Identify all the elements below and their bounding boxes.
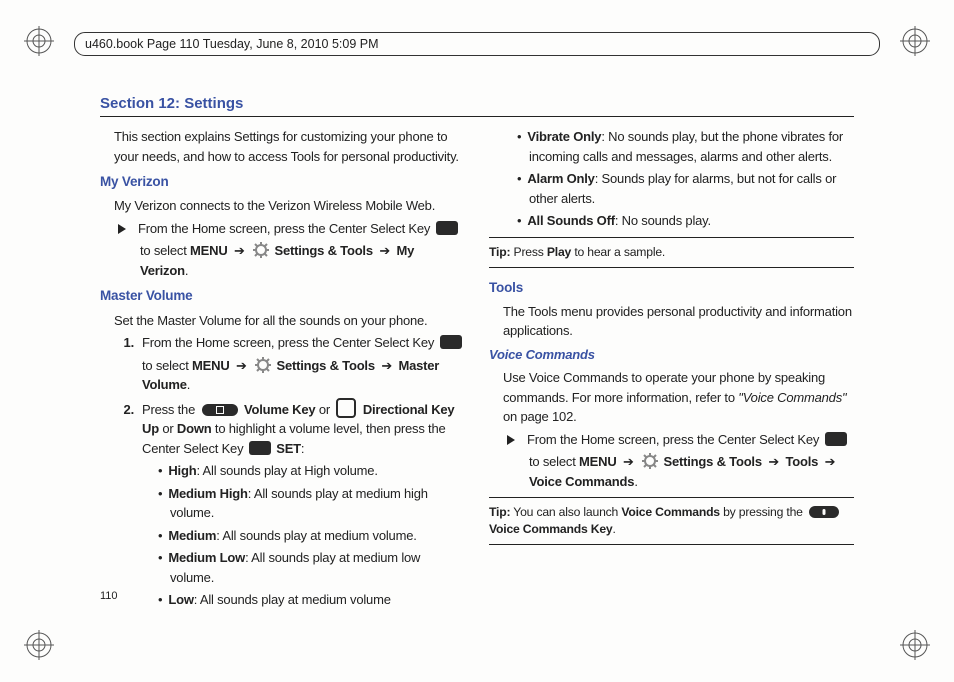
crop-mark-icon — [24, 630, 54, 660]
page-header-text: u460.book Page 110 Tuesday, June 8, 2010… — [85, 37, 379, 51]
voice-commands-key-icon — [809, 506, 839, 518]
level-medium: Medium: All sounds play at medium volume… — [170, 526, 465, 546]
crop-mark-icon — [900, 26, 930, 56]
my-verizon-step: From the Home screen, press the Center S… — [140, 219, 465, 239]
arrow-icon: ➔ — [379, 243, 390, 258]
master-volume-body: Set the Master Volume for all the sounds… — [114, 311, 465, 331]
volume-levels-list-cont: Vibrate Only: No sounds play, but the ph… — [517, 127, 854, 231]
step-1-line2: to select MENU ➔ Settings & Tools ➔ Mast… — [142, 356, 465, 395]
center-select-key-icon — [825, 432, 847, 446]
level-all-sounds-off: All Sounds Off: No sounds play. — [529, 211, 854, 231]
left-column: This section explains Settings for custo… — [100, 127, 465, 613]
divider — [100, 116, 854, 117]
voice-commands-step-line2: to select MENU ➔ Settings & Tools ➔ Tool… — [529, 452, 854, 491]
gear-icon — [642, 453, 658, 469]
gear-icon — [255, 357, 271, 373]
heading-master-volume: Master Volume — [100, 286, 465, 306]
my-verizon-step-line2: to select MENU ➔ Settings & Tools ➔ My V… — [140, 241, 465, 280]
level-alarm-only: Alarm Only: Sounds play for alarms, but … — [529, 169, 854, 208]
section-title: Section 12: Settings — [100, 95, 854, 112]
page-header-bar: u460.book Page 110 Tuesday, June 8, 2010… — [74, 32, 880, 56]
level-high: High: All sounds play at High volume. — [170, 461, 465, 481]
intro-text: This section explains Settings for custo… — [114, 127, 465, 166]
triangle-bullet-icon — [118, 224, 126, 234]
level-vibrate-only: Vibrate Only: No sounds play, but the ph… — [529, 127, 854, 166]
tip-play-sample: Tip: Press Play to hear a sample. — [489, 237, 854, 268]
heading-tools: Tools — [489, 278, 854, 298]
arrow-icon: ➔ — [236, 358, 247, 373]
level-medium-high: Medium High: All sounds play at medium h… — [170, 484, 465, 523]
tools-body: The Tools menu provides personal product… — [503, 302, 854, 341]
arrow-icon: ➔ — [381, 358, 392, 373]
volume-levels-list: High: All sounds play at High volume. Me… — [158, 461, 465, 610]
arrow-icon: ➔ — [623, 454, 634, 469]
center-select-key-icon — [436, 221, 458, 235]
step-1: 1.From the Home screen, press the Center… — [142, 333, 465, 353]
my-verizon-body: My Verizon connects to the Verizon Wirel… — [114, 196, 465, 216]
center-select-key-icon — [249, 441, 271, 455]
page-content: Section 12: Settings This section explai… — [100, 95, 854, 602]
crop-mark-icon — [900, 630, 930, 660]
gear-icon — [253, 242, 269, 258]
voice-commands-step: From the Home screen, press the Center S… — [529, 430, 854, 450]
center-select-key-icon — [440, 335, 462, 349]
volume-key-icon — [202, 404, 238, 416]
tip-voice-commands-key: Tip: You can also launch Voice Commands … — [489, 497, 854, 545]
directional-key-icon — [336, 398, 356, 418]
right-column: Vibrate Only: No sounds play, but the ph… — [489, 127, 854, 613]
level-medium-low: Medium Low: All sounds play at medium lo… — [170, 548, 465, 587]
crop-mark-icon — [24, 26, 54, 56]
arrow-icon: ➔ — [825, 454, 836, 469]
level-low: Low: All sounds play at medium volume — [170, 590, 465, 610]
arrow-icon: ➔ — [234, 243, 245, 258]
heading-voice-commands: Voice Commands — [489, 345, 854, 365]
arrow-icon: ➔ — [768, 454, 779, 469]
heading-my-verizon: My Verizon — [100, 172, 465, 192]
page-number: 110 — [100, 590, 118, 602]
step-2: 2.Press the Volume Key or Directional Ke… — [142, 398, 465, 459]
triangle-bullet-icon — [507, 435, 515, 445]
voice-commands-body: Use Voice Commands to operate your phone… — [503, 368, 854, 427]
